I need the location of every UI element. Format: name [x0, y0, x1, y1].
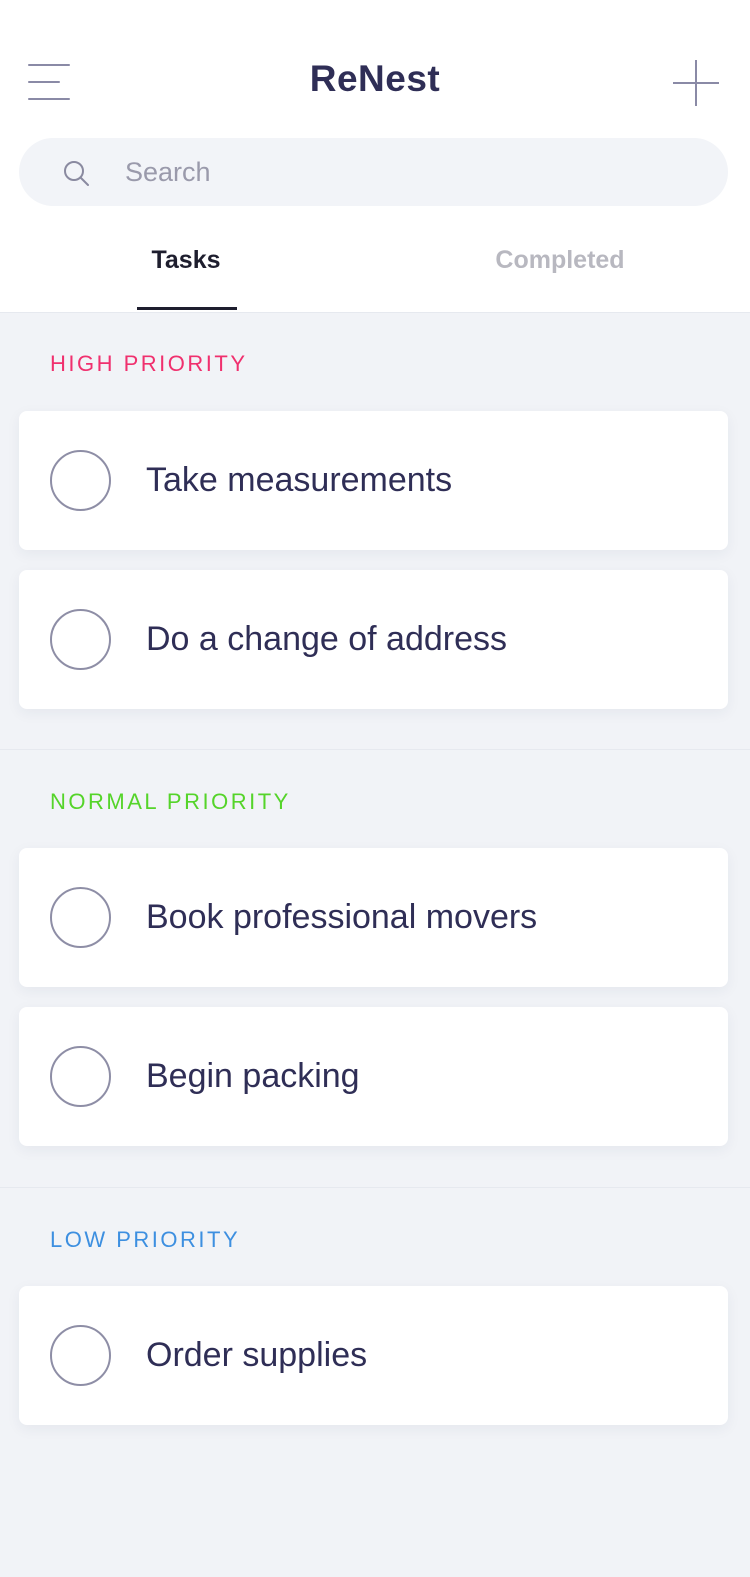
task-text: Order supplies — [146, 1336, 368, 1374]
task-card[interactable]: Order supplies — [19, 1286, 728, 1425]
plus-icon[interactable] — [673, 60, 719, 106]
section-low-priority: LOW PRIORITY Order supplies — [0, 1187, 750, 1577]
app-title: ReNest — [309, 58, 441, 99]
task-card[interactable]: Begin packing — [19, 1007, 728, 1146]
task-text: Do a change of address — [146, 620, 508, 658]
search-icon — [64, 161, 89, 186]
task-card[interactable]: Take measurements — [19, 411, 728, 550]
section-label-low-priority: LOW PRIORITY — [50, 1227, 241, 1252]
task-text: Take measurements — [146, 461, 453, 499]
task-card[interactable]: Do a change of address — [19, 570, 728, 709]
circle-checkbox-icon[interactable] — [50, 450, 111, 511]
task-card[interactable]: Book professional movers — [19, 848, 728, 987]
circle-checkbox-icon[interactable] — [50, 609, 111, 670]
search-input[interactable] — [125, 138, 705, 206]
section-label-high-priority: HIGH PRIORITY — [50, 351, 248, 376]
circle-checkbox-icon[interactable] — [50, 887, 111, 948]
tab-completed[interactable]: Completed — [460, 246, 660, 286]
task-text: Begin packing — [146, 1057, 360, 1095]
circle-checkbox-icon[interactable] — [50, 1046, 111, 1107]
active-tab-indicator — [137, 307, 237, 310]
circle-checkbox-icon[interactable] — [50, 1325, 111, 1386]
header: ReNest Tasks Completed — [0, 0, 750, 312]
section-normal-priority: NORMAL PRIORITY Book professional movers… — [0, 749, 750, 1187]
app-screen: ReNest Tasks Completed HIGH PRIORITY Tak… — [0, 0, 750, 1577]
tab-tasks[interactable]: Tasks — [86, 246, 286, 286]
section-label-normal-priority: NORMAL PRIORITY — [50, 789, 291, 814]
search-bar[interactable] — [19, 138, 728, 206]
section-high-priority: HIGH PRIORITY Take measurements Do a cha… — [0, 312, 750, 749]
task-text: Book professional movers — [146, 898, 538, 936]
